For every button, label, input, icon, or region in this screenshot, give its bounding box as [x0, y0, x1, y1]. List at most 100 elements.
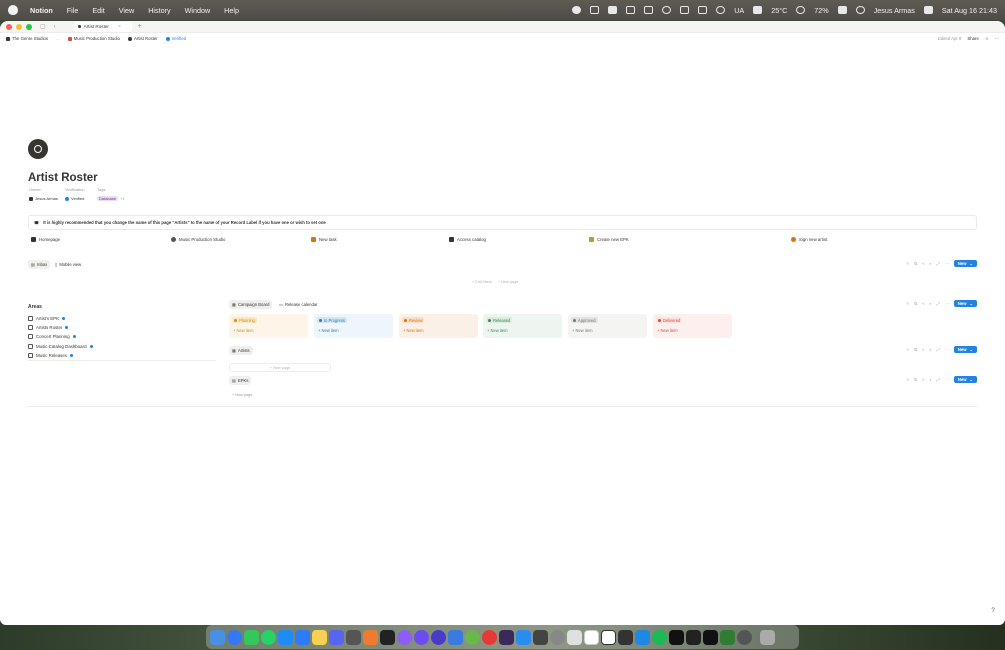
status-chip-delivered[interactable]: Delivered: [656, 317, 683, 323]
status-chip-released[interactable]: Released: [486, 317, 513, 323]
epks-new-button[interactable]: New ⌄: [953, 376, 977, 383]
notion-status-icon[interactable]: [680, 6, 690, 14]
automation-icon[interactable]: ϟ: [922, 347, 924, 352]
filter-icon[interactable]: ≡: [907, 261, 909, 266]
breadcrumb-workspace[interactable]: The Genre Studios: [6, 36, 48, 41]
tab-inbox[interactable]: ▤ Inbox: [28, 260, 51, 269]
inbox-new-button[interactable]: New ⌄: [953, 260, 977, 267]
tab-close-icon[interactable]: ×: [118, 24, 121, 30]
app-icon-s[interactable]: [635, 629, 650, 645]
calendar-app-icon[interactable]: [584, 629, 599, 645]
status-chip-in-progress[interactable]: In Progress: [317, 317, 347, 323]
search-icon[interactable]: ⌕: [929, 261, 931, 266]
tab-mobile-view[interactable]: ▯ Mobile view: [52, 260, 84, 269]
calendar-icon[interactable]: [644, 6, 654, 14]
settings-icon[interactable]: ⋯: [945, 347, 949, 352]
status-chip-planning[interactable]: Planning: [232, 317, 257, 323]
breadcrumb-studio[interactable]: Music Production Studio: [67, 36, 120, 41]
search-icon[interactable]: ⌕: [929, 347, 931, 352]
tab-release-calendar[interactable]: ▭ Release calendar: [276, 300, 321, 309]
settings-icon[interactable]: ⋯: [945, 301, 949, 306]
search-icon[interactable]: ⌕: [929, 377, 931, 382]
app-icon-green[interactable]: [465, 629, 480, 645]
new-item-button[interactable]: + New item: [403, 328, 475, 333]
cup-icon[interactable]: [753, 6, 763, 14]
search-icon[interactable]: ⌕: [929, 301, 931, 306]
epks-new-page-link[interactable]: + New page: [232, 393, 252, 397]
area-item-artists-roster[interactable]: Artists Roster: [28, 323, 216, 332]
system-settings-icon[interactable]: [550, 629, 565, 645]
input-source[interactable]: UA: [734, 6, 744, 15]
area-item-concert-planning[interactable]: Concert Planning: [28, 332, 216, 341]
bolt-icon[interactable]: [590, 6, 600, 14]
link-homepage[interactable]: Homepage: [31, 237, 60, 242]
tab-artists[interactable]: ▦ Artists: [229, 346, 253, 355]
battery-percent[interactable]: 72%: [814, 6, 828, 15]
menu-file[interactable]: File: [67, 6, 79, 15]
menu-history[interactable]: History: [148, 6, 170, 15]
verified-badge[interactable]: Verified: [165, 36, 186, 41]
callout-block[interactable]: ☎ It is highly recommended that you chan…: [28, 215, 977, 230]
app-icon-chat[interactable]: [703, 629, 718, 645]
app-icon-purple[interactable]: [397, 629, 412, 645]
expand-icon[interactable]: ⤢: [937, 377, 940, 382]
link-music-production-studio[interactable]: Music Production Studio: [171, 237, 225, 242]
piano-icon[interactable]: [686, 629, 701, 645]
new-item-button[interactable]: + New item: [487, 328, 559, 333]
app-store-icon[interactable]: [278, 629, 293, 645]
vinyl-record-icon[interactable]: [28, 139, 48, 159]
safari-icon[interactable]: [227, 629, 242, 645]
menu-view[interactable]: View: [119, 6, 134, 15]
compass-icon[interactable]: [716, 6, 726, 14]
tab-campaign-board[interactable]: ▦ Campaign Board: [229, 300, 273, 309]
notion-app-icon[interactable]: [601, 629, 616, 645]
app-icon-black[interactable]: [618, 629, 633, 645]
sort-icon[interactable]: ⇅: [914, 301, 917, 306]
clock[interactable]: Sat Aug 16 21:43: [942, 6, 997, 15]
control-center-icon[interactable]: [923, 6, 933, 14]
warning-icon[interactable]: [626, 6, 636, 14]
filter-icon[interactable]: ≡: [907, 347, 909, 352]
app-icon-blue[interactable]: [448, 629, 463, 645]
settings-icon[interactable]: ⋯: [945, 261, 949, 266]
apple-icon[interactable]: [8, 5, 18, 15]
notes-icon[interactable]: [312, 629, 327, 645]
tags-value[interactable]: Database +1: [97, 196, 137, 201]
link-access-catalog[interactable]: Access catalog: [449, 237, 486, 242]
sort-icon[interactable]: ⇅: [914, 347, 917, 352]
slack-icon[interactable]: [567, 629, 582, 645]
app-icon-indigo[interactable]: [431, 629, 446, 645]
automation-icon[interactable]: ϟ: [922, 261, 924, 266]
area-item-artists-epk[interactable]: Artist's EPK: [28, 314, 216, 323]
spotify-icon[interactable]: [652, 629, 667, 645]
back-arrow-icon[interactable]: ‹: [54, 24, 56, 30]
status-app-icon[interactable]: [572, 6, 582, 14]
new-item-button[interactable]: + New item: [657, 328, 729, 333]
expand-icon[interactable]: ⤢: [937, 301, 940, 306]
new-item-button[interactable]: + New item: [233, 328, 305, 333]
owner-value[interactable]: Jesus Armas: [29, 196, 65, 201]
app-icon-sky[interactable]: [516, 629, 531, 645]
app-icon-dark-purple[interactable]: [499, 629, 514, 645]
menu-app-name[interactable]: Notion: [30, 6, 53, 15]
edit-filters-link[interactable]: + Edit filters: [472, 280, 492, 284]
status-chip-review[interactable]: Review: [402, 317, 425, 323]
new-page-link[interactable]: + New page: [498, 280, 518, 284]
link-sign-artist[interactable]: Sign new artist: [791, 237, 827, 242]
menu-window[interactable]: Window: [185, 6, 211, 15]
preview-icon[interactable]: [346, 629, 361, 645]
menu-edit[interactable]: Edit: [92, 6, 104, 15]
toggle-icon[interactable]: [698, 6, 708, 14]
menu-help[interactable]: Help: [224, 6, 239, 15]
verification-value[interactable]: Verified: [65, 196, 97, 201]
wifi-icon[interactable]: [855, 6, 865, 14]
favorite-star-icon[interactable]: ☆: [985, 36, 989, 42]
automation-icon[interactable]: ϟ: [922, 301, 924, 306]
status-chip-approved[interactable]: Approved: [571, 317, 598, 323]
close-window-button[interactable]: [6, 23, 12, 30]
sort-icon[interactable]: ⇅: [914, 377, 917, 382]
id-app-icon[interactable]: [669, 629, 684, 645]
more-options-icon[interactable]: ···: [995, 36, 999, 41]
sidebar-toggle-icon[interactable]: ▢: [40, 23, 46, 30]
minimize-window-button[interactable]: [16, 23, 22, 30]
